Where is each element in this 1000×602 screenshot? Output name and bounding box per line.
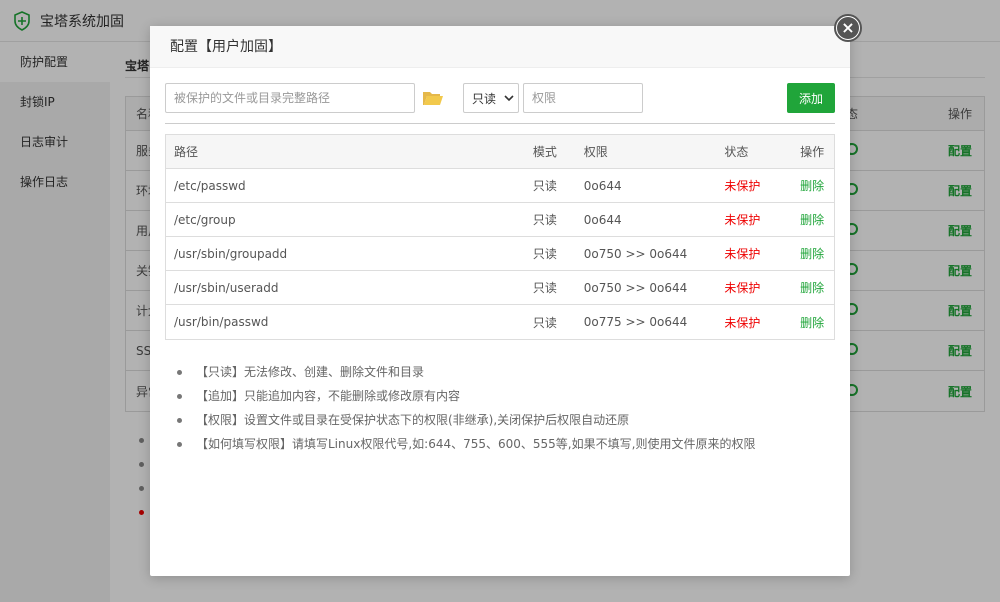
cell-mode: 只读 [532, 281, 557, 295]
status-badge: 未保护 [724, 247, 761, 261]
mode-select[interactable]: 只读 [463, 83, 519, 113]
bullet-icon [177, 417, 182, 423]
divider [165, 123, 835, 124]
delete-link[interactable]: 删除 [800, 177, 834, 194]
permission-input[interactable] [523, 83, 643, 113]
dialog-title: 配置【用户加固】 [150, 26, 850, 68]
table-row: /etc/passwd 只读 0o644 未保护 删除 [166, 169, 834, 203]
chevron-down-icon [504, 95, 514, 102]
note-permission: 【权限】设置文件或目录在受保护状态下的权限(非继承),关闭保护后权限自动还原 [196, 413, 630, 427]
bullet-icon [177, 393, 182, 399]
table-row: /usr/sbin/useradd 只读 0o750 >> 0o644 未保护 … [166, 271, 834, 305]
protected-paths-table: 路径 模式 权限 状态 操作 /etc/passwd 只读 0o644 未保护 … [165, 134, 835, 340]
delete-link[interactable]: 删除 [800, 279, 834, 296]
cell-mode: 只读 [532, 315, 557, 330]
cell-mode: 只读 [532, 247, 557, 261]
note-item: 【只读】无法修改、创建、删除文件和目录 [177, 360, 835, 384]
column-mode: 模式 [532, 145, 557, 159]
note-append: 【追加】只能追加内容，不能删除或修改原有内容 [196, 389, 461, 403]
note-readonly: 【只读】无法修改、创建、删除文件和目录 [196, 365, 425, 379]
cell-permission: 0o750 >> 0o644 [583, 246, 688, 261]
note-item: 【追加】只能追加内容，不能删除或修改原有内容 [177, 384, 835, 408]
close-icon: × [837, 17, 859, 39]
column-status: 状态 [724, 145, 749, 159]
cell-path: /usr/sbin/groupadd [174, 246, 288, 261]
delete-link[interactable]: 删除 [800, 314, 834, 331]
note-item: 【如何填写权限】请填写Linux权限代号,如:644、755、600、555等,… [177, 432, 835, 456]
cell-permission: 0o750 >> 0o644 [583, 280, 688, 295]
table-header-row: 路径 模式 权限 状态 操作 [166, 135, 834, 169]
mode-select-value: 只读 [472, 91, 497, 106]
delete-link[interactable]: 删除 [800, 245, 834, 262]
column-op: 操作 [800, 145, 825, 159]
config-dialog: 配置【用户加固】 × 只读 添加 路径 模式 权限 [150, 14, 862, 576]
status-badge: 未保护 [724, 281, 761, 295]
close-button[interactable]: × [834, 14, 862, 42]
table-row: /usr/bin/passwd 只读 0o775 >> 0o644 未保护 删除 [166, 305, 834, 339]
dialog-body: 只读 添加 路径 模式 权限 状态 操作 /etc/passwd 只读 0o64… [150, 68, 850, 471]
status-badge: 未保护 [724, 179, 761, 193]
delete-link[interactable]: 删除 [800, 211, 834, 228]
cell-path: /usr/bin/passwd [174, 315, 269, 329]
bullet-icon [177, 369, 182, 375]
cell-permission: 0o644 [583, 178, 622, 193]
table-row: /etc/group 只读 0o644 未保护 删除 [166, 203, 834, 237]
cell-mode: 只读 [532, 179, 557, 193]
cell-path: /etc/passwd [174, 178, 246, 193]
help-notes: 【只读】无法修改、创建、删除文件和目录 【追加】只能追加内容，不能删除或修改原有… [165, 360, 835, 456]
column-path: 路径 [174, 145, 199, 159]
bullet-icon [177, 441, 182, 447]
add-button[interactable]: 添加 [786, 83, 835, 113]
status-badge: 未保护 [724, 213, 761, 227]
column-permission: 权限 [583, 145, 608, 159]
cell-permission: 0o775 >> 0o644 [583, 315, 688, 329]
note-how-to-fill: 【如何填写权限】请填写Linux权限代号,如:644、755、600、555等,… [196, 437, 756, 451]
cell-path: /usr/sbin/useradd [174, 280, 279, 295]
folder-open-icon[interactable] [419, 83, 447, 113]
cell-path: /etc/group [174, 212, 236, 227]
table-row: /usr/sbin/groupadd 只读 0o750 >> 0o644 未保护… [166, 237, 834, 271]
cell-permission: 0o644 [583, 212, 622, 227]
status-badge: 未保护 [724, 315, 761, 330]
path-input[interactable] [165, 83, 415, 113]
note-item: 【权限】设置文件或目录在受保护状态下的权限(非继承),关闭保护后权限自动还原 [177, 408, 835, 432]
cell-mode: 只读 [532, 213, 557, 227]
add-rule-form: 只读 添加 [165, 83, 835, 113]
